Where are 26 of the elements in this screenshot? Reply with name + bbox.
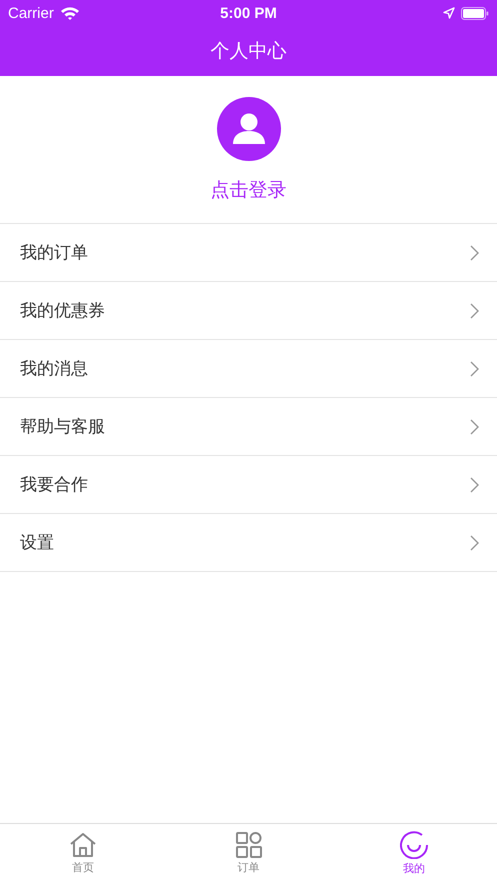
chevron-right-icon [470,360,479,376]
page-title: 个人中心 [210,39,286,64]
battery-icon [461,6,489,20]
menu-item[interactable]: 我要合作 [0,456,497,514]
grid-icon [236,832,262,858]
wifi-icon [60,6,80,20]
chevron-right-icon [470,476,479,492]
menu-item[interactable]: 我的订单 [0,224,497,282]
menu-item[interactable]: 我的消息 [0,340,497,398]
chevron-right-icon [470,302,479,318]
chevron-right-icon [470,244,479,260]
location-arrow-icon [443,7,455,19]
tab-item[interactable]: 我的 [331,824,497,883]
status-time: 5:00 PM [220,4,277,22]
menu-item[interactable]: 设置 [0,514,497,572]
chevron-right-icon [470,418,479,434]
menu-item[interactable]: 帮助与客服 [0,398,497,456]
menu-item[interactable]: 我的优惠券 [0,282,497,340]
avatar-icon[interactable] [216,97,280,161]
smile-icon [400,831,428,859]
home-icon [68,832,97,858]
login-link[interactable]: 点击登录 [210,177,286,203]
chevron-right-icon [470,534,479,550]
tab-item[interactable]: 订单 [166,824,332,883]
carrier-label: Carrier [8,4,54,22]
tab-item[interactable]: 首页 [0,824,166,883]
